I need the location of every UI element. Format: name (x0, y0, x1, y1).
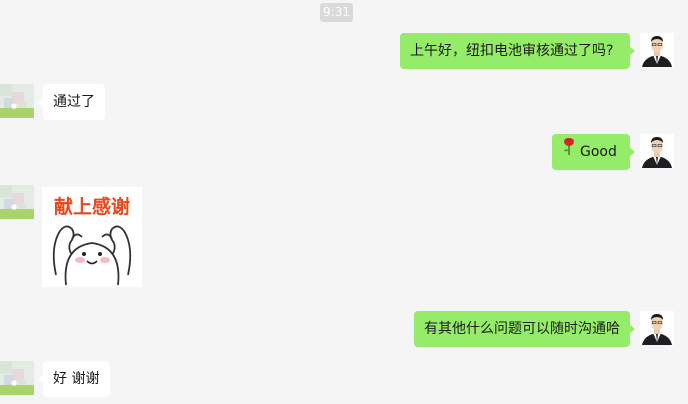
peer-avatar[interactable] (0, 185, 34, 219)
person-portrait-icon (640, 134, 674, 168)
peer-avatar-icon (0, 84, 34, 118)
message-text: Good (580, 144, 617, 160)
message-text: 通过了 (53, 94, 95, 110)
rose-icon (562, 134, 576, 170)
peer-avatar-icon (0, 185, 34, 219)
peer-avatar-icon (0, 361, 34, 395)
incoming-message-bubble[interactable]: 好 谢谢 (38, 361, 110, 397)
message-text: 上午好，纽扣电池审核通过了吗? (410, 43, 614, 59)
outgoing-message-bubble[interactable]: Good (552, 134, 635, 170)
self-avatar[interactable] (640, 311, 674, 345)
person-portrait-icon (640, 311, 674, 345)
timestamp: 9:31 (320, 3, 353, 22)
message-text: 好 谢谢 (53, 371, 100, 387)
peer-avatar[interactable] (0, 361, 34, 395)
incoming-message-bubble[interactable]: 通过了 (38, 84, 105, 120)
sticker-image[interactable]: 献上感谢 (42, 187, 142, 287)
self-avatar[interactable] (640, 134, 674, 168)
outgoing-message-bubble[interactable]: 有其他什么问题可以随时沟通哈 (414, 311, 635, 347)
outgoing-message-bubble[interactable]: 上午好，纽扣电池审核通过了吗? (400, 33, 635, 69)
sticker-caption: 献上感谢 (54, 195, 130, 218)
thank-you-cat-sticker-icon: 献上感谢 (42, 187, 142, 287)
message-text: 有其他什么问题可以随时沟通哈 (424, 321, 620, 337)
self-avatar[interactable] (640, 33, 674, 67)
person-portrait-icon (640, 33, 674, 67)
peer-avatar[interactable] (0, 84, 34, 118)
